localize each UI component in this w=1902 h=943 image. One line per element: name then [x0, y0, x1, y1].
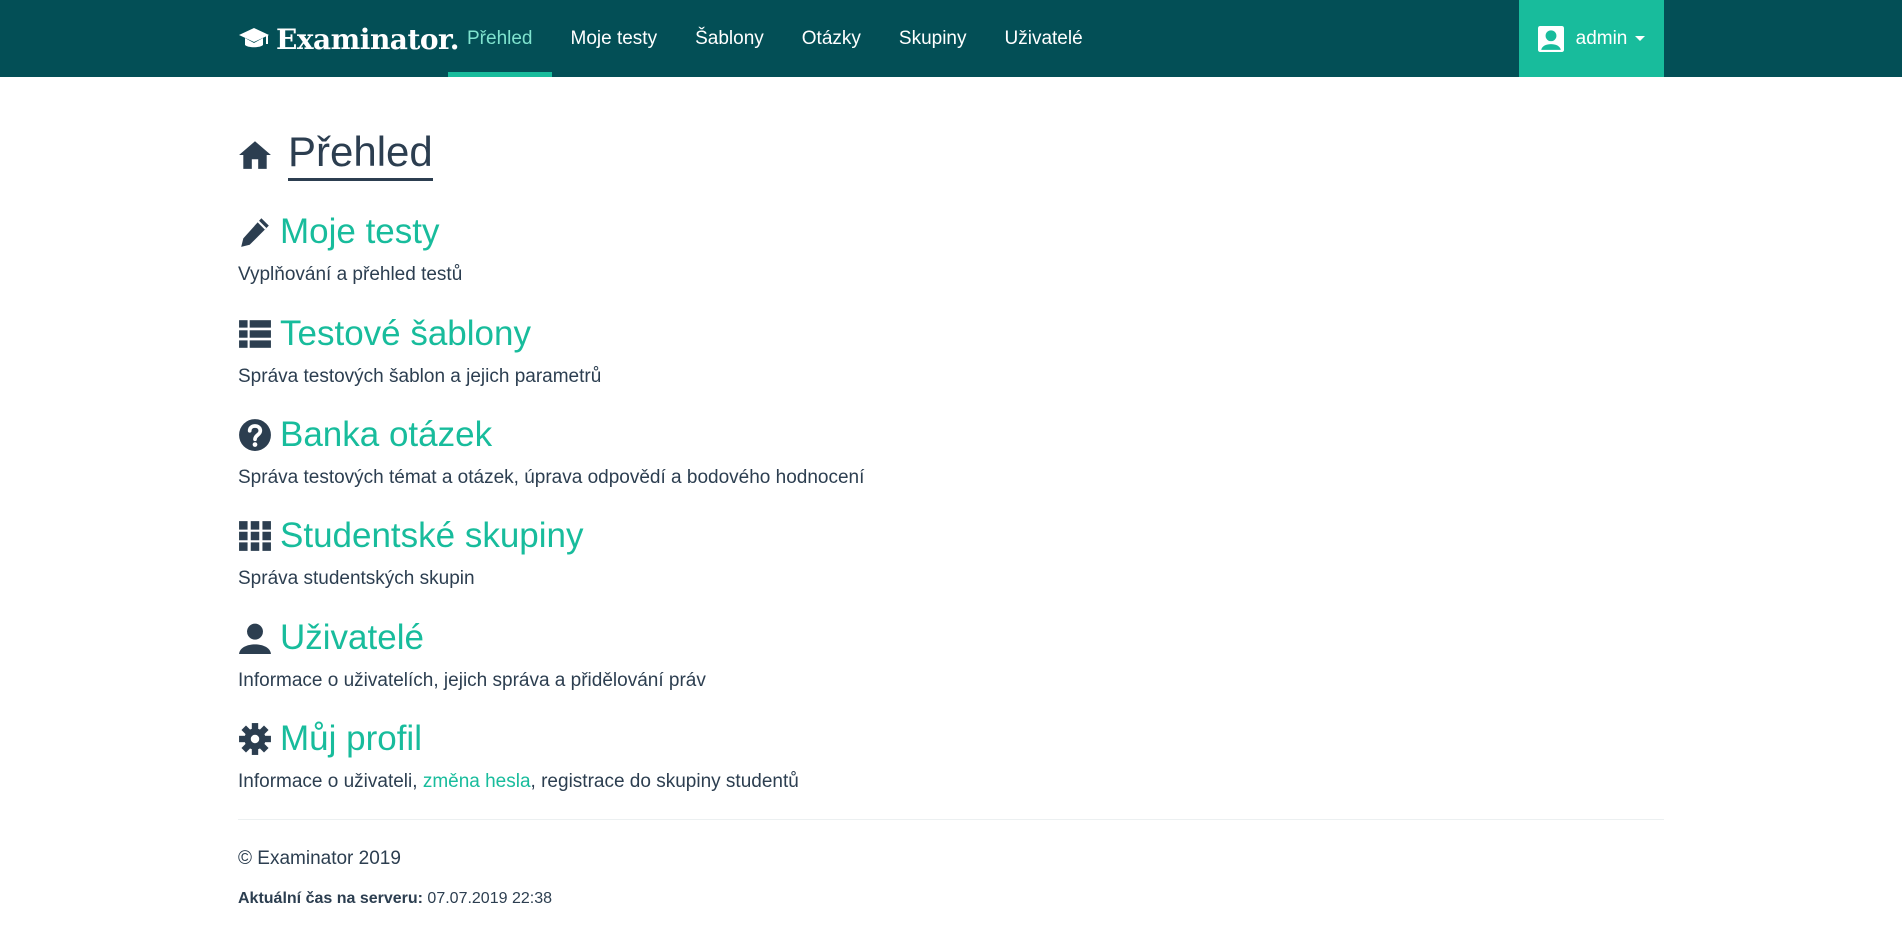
grid-icon — [239, 521, 271, 551]
caret-down-icon — [1635, 36, 1646, 41]
section-desc: Správa studentských skupin — [238, 568, 475, 589]
page-title-text: Přehled — [288, 128, 433, 181]
nav-item-prehled[interactable]: Přehled — [448, 0, 552, 77]
footer-copyright: © Examinator 2019 — [238, 848, 401, 869]
page-title: Přehled — [238, 128, 433, 181]
section-desc: Informace o uživatelích, jejich správa a… — [238, 670, 706, 691]
gear-icon — [239, 723, 271, 755]
nav-item-uzivatele[interactable]: Uživatelé — [986, 0, 1102, 77]
user-icon — [1537, 25, 1564, 52]
desc-text-before: Informace o uživateli, — [238, 771, 423, 792]
nav-item-sablony[interactable]: Šablony — [676, 0, 783, 77]
user-icon — [239, 623, 271, 654]
section-desc: Správa testových témat a otázek, úprava … — [238, 467, 865, 488]
section-testove-sablony: Testové šablony Správa testových šablon … — [238, 312, 601, 390]
top-navbar: Examinator. Přehled Moje testy Šablony O… — [0, 0, 1902, 77]
section-desc: Správa testových šablon a jejich paramet… — [238, 366, 602, 387]
change-password-link[interactable]: změna hesla — [423, 771, 531, 792]
nav-item-skupiny[interactable]: Skupiny — [880, 0, 986, 77]
section-banka-otazek: Banka otázek Správa testových témat a ot… — [238, 413, 864, 491]
pencil-icon — [241, 218, 269, 247]
server-time: Aktuální čas na serveru: 07.07.2019 22:3… — [238, 890, 552, 908]
server-time-value: 07.07.2019 22:38 — [427, 890, 552, 907]
nav-item-otazky[interactable]: Otázky — [783, 0, 880, 77]
list-icon — [239, 320, 271, 348]
section-moje-testy: Moje testy Vyplňování a přehled testů — [238, 210, 462, 288]
footer-divider — [238, 819, 1664, 820]
link-moje-testy[interactable]: Moje testy — [280, 210, 440, 254]
link-studentske-skupiny[interactable]: Studentské skupiny — [280, 514, 584, 558]
nav-item-moje-testy[interactable]: Moje testy — [552, 0, 677, 77]
brand-logo[interactable]: Examinator. — [238, 17, 459, 61]
server-time-label: Aktuální čas na serveru: — [238, 890, 423, 907]
section-studentske-skupiny: Studentské skupiny Správa studentských s… — [238, 514, 584, 592]
question-circle-icon — [239, 419, 271, 451]
user-menu-dropdown[interactable]: admin — [1519, 0, 1664, 77]
section-desc: Informace o uživateli, změna hesla, regi… — [238, 769, 799, 795]
main-nav: Přehled Moje testy Šablony Otázky Skupin… — [448, 0, 1102, 77]
section-muj-profil: Můj profil Informace o uživateli, změna … — [238, 717, 799, 795]
user-menu-label: admin — [1575, 27, 1628, 49]
desc-text-after: , registrace do skupiny studentů — [530, 771, 799, 792]
home-icon — [239, 140, 271, 169]
link-testove-sablony[interactable]: Testové šablony — [280, 312, 531, 356]
section-desc: Vyplňování a přehled testů — [238, 264, 463, 285]
section-uzivatele: Uživatelé Informace o uživatelích, jejic… — [238, 616, 706, 694]
link-muj-profil[interactable]: Můj profil — [280, 717, 422, 761]
link-uzivatele[interactable]: Uživatelé — [280, 616, 424, 660]
brand-name: Examinator. — [276, 22, 459, 56]
link-banka-otazek[interactable]: Banka otázek — [280, 413, 492, 457]
graduation-cap-icon — [239, 28, 269, 48]
